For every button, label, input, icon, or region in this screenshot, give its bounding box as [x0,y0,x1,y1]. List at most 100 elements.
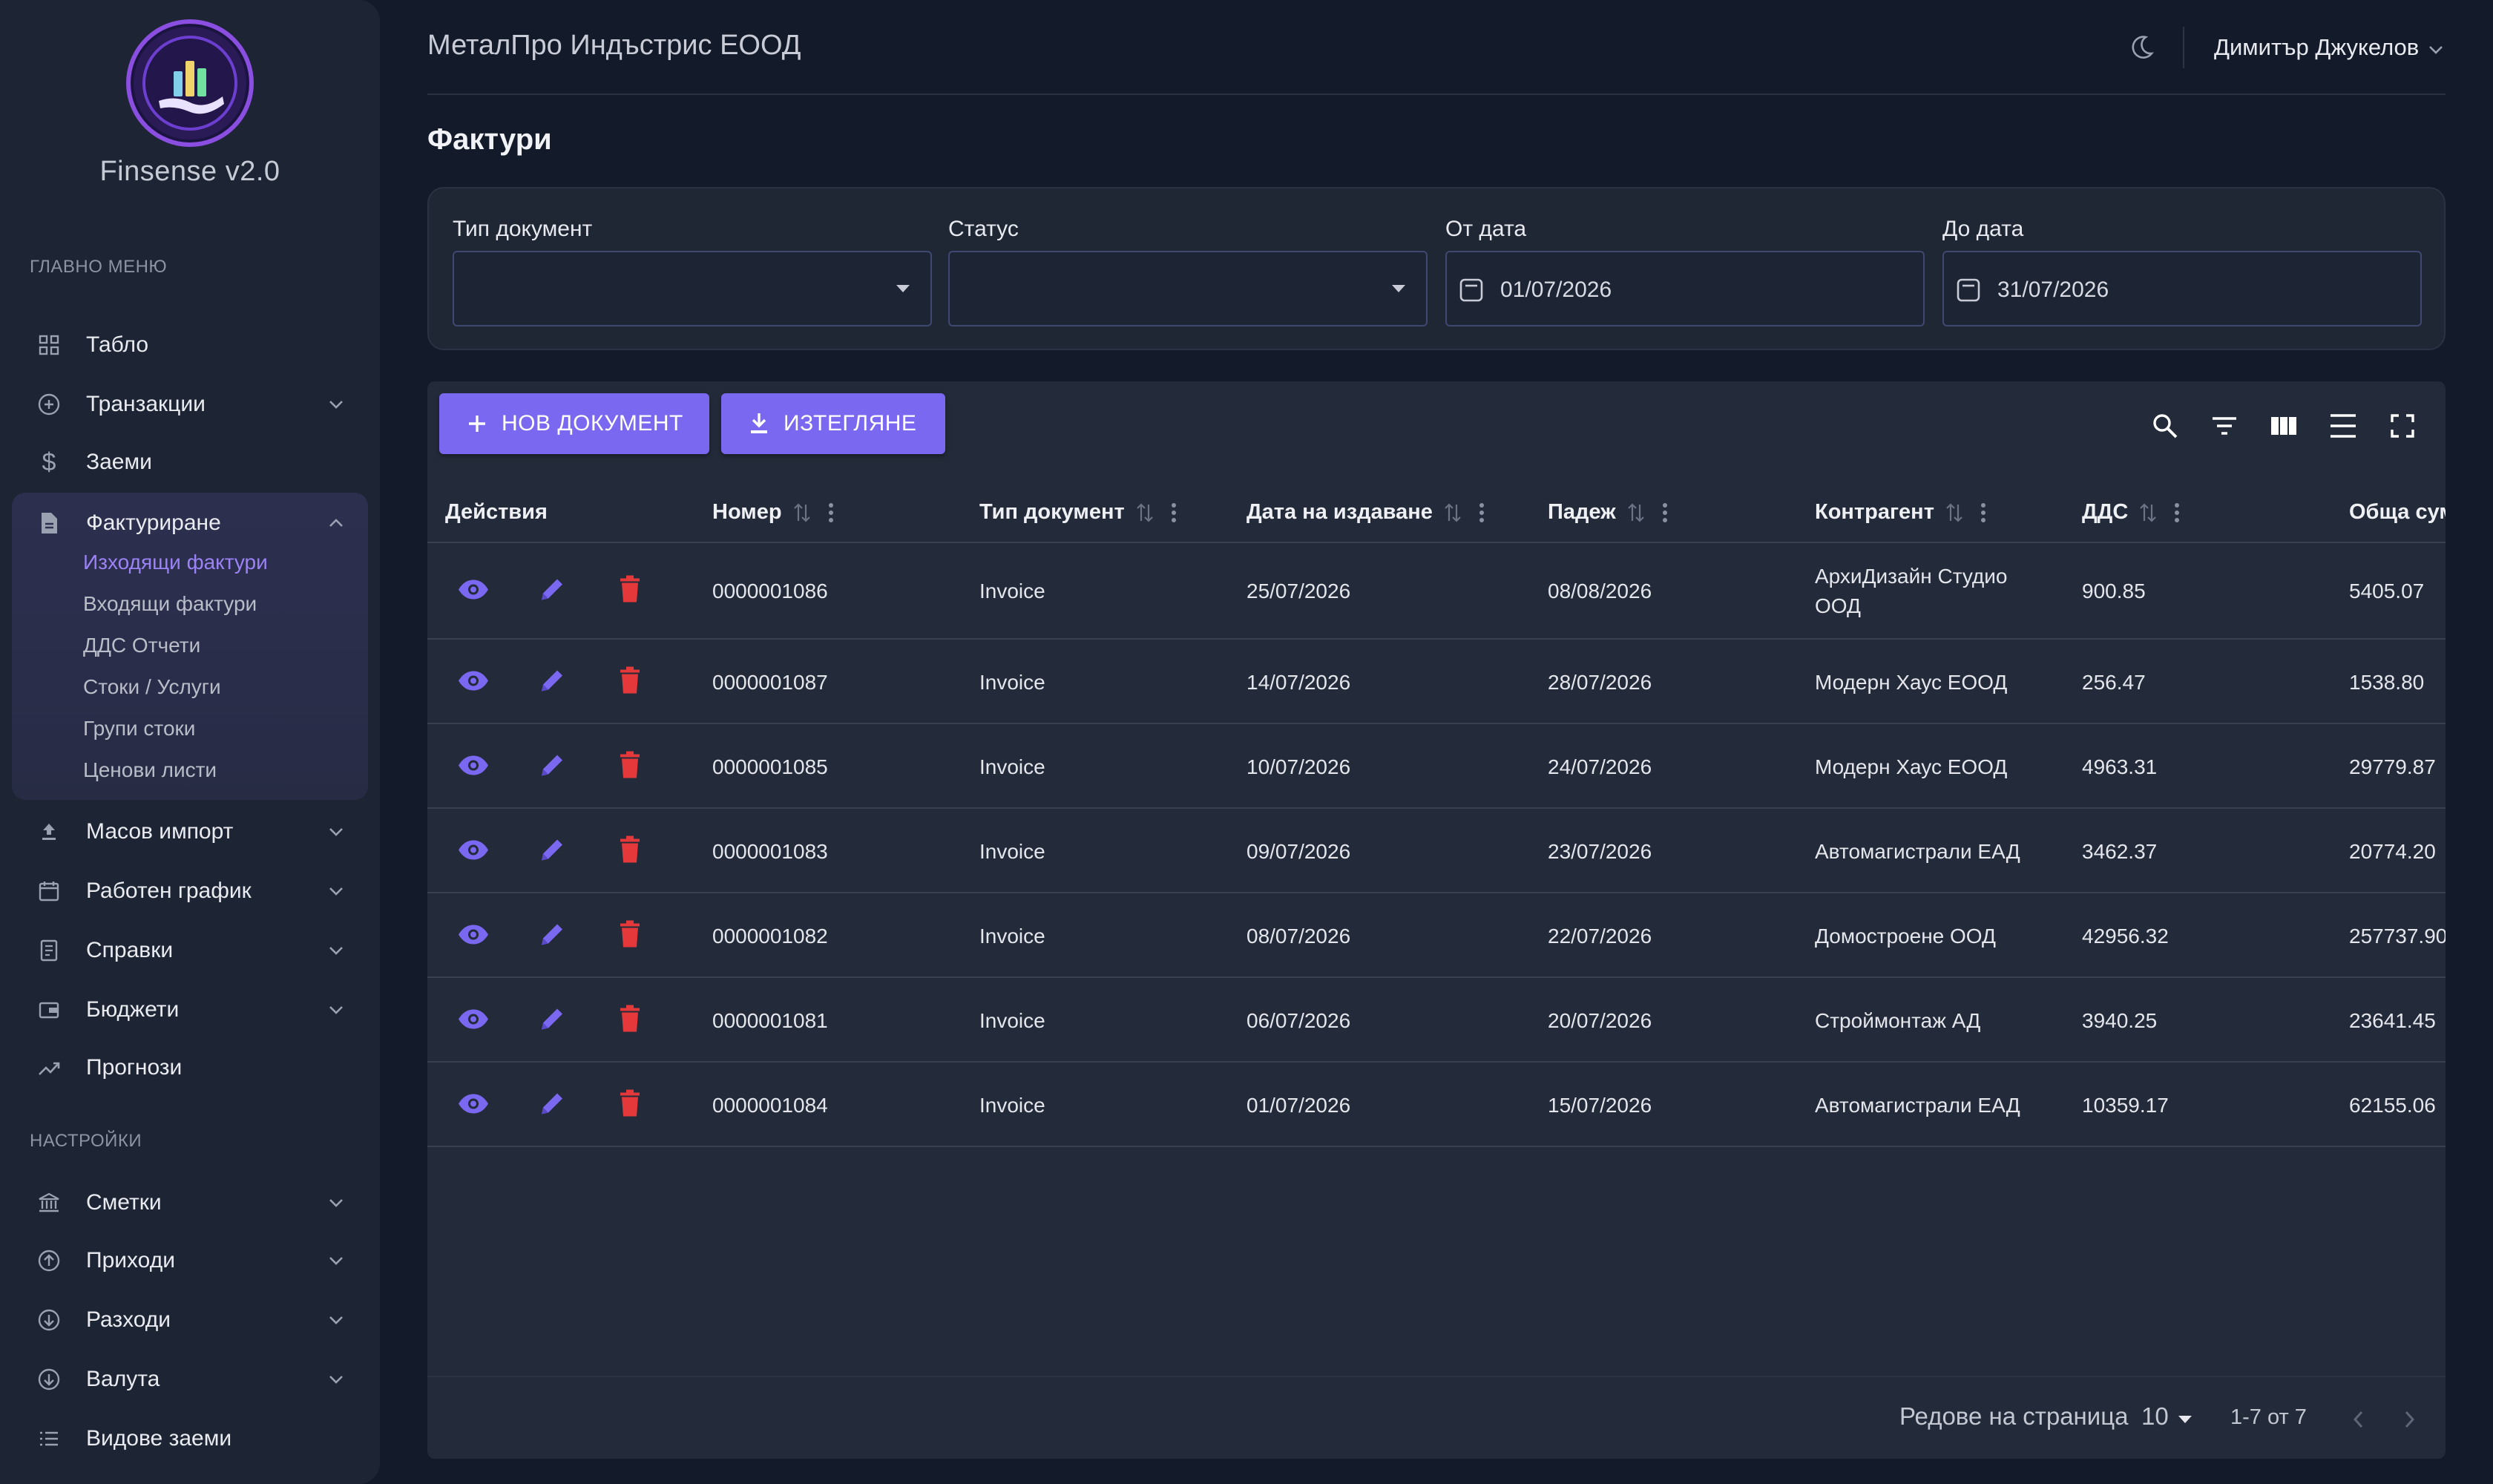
sort-icon[interactable] [1945,502,1964,524]
density-icon[interactable] [2328,411,2358,441]
sidebar-item-transactions[interactable]: Транзакции [12,377,368,432]
view-icon[interactable] [457,924,490,950]
to-date-input[interactable]: 31/07/2026 [1942,251,2422,326]
col-partner[interactable]: Контрагент [1815,500,1986,525]
chevron-down-icon[interactable] [2426,40,2446,59]
col-vat[interactable]: ДДС [2082,500,2180,525]
more-vert-icon[interactable] [1980,502,1986,524]
cell-type: Invoice [979,580,1045,603]
col-issue-date[interactable]: Дата на издаване [1246,500,1485,525]
sidebar-sub-vat-reports[interactable]: ДДС Отчети [83,634,200,657]
from-date-input[interactable]: 01/07/2026 [1445,251,1925,326]
delete-icon[interactable] [619,835,641,868]
more-vert-icon[interactable] [1662,502,1668,524]
chevron-up-icon [329,519,343,527]
delete-icon[interactable] [619,666,641,699]
view-icon[interactable] [457,1008,490,1034]
edit-icon[interactable] [539,1091,565,1121]
view-icon[interactable] [457,839,490,865]
document-icon [36,510,62,536]
sidebar-item-bulk-import[interactable]: Масов импорт [12,804,368,859]
cell-type: Invoice [979,1094,1045,1117]
moon-icon[interactable] [2126,33,2156,62]
more-vert-icon[interactable] [828,502,834,524]
cell-due: 22/07/2026 [1548,925,1652,948]
sort-icon[interactable] [1443,502,1462,524]
delete-icon[interactable] [619,1005,641,1037]
chevron-down-icon [329,828,343,836]
dollar-icon: $ [42,447,56,476]
doc-type-select[interactable] [453,251,932,326]
chevron-right-icon[interactable] [2400,1408,2419,1431]
from-date-label: От дата [1445,217,1527,241]
view-icon[interactable] [457,670,490,696]
col-due-date[interactable]: Падеж [1548,500,1668,525]
cell-partner: Домостроене ООД [1815,925,1996,948]
cell-type: Invoice [979,925,1045,948]
plus-icon [469,416,485,432]
edit-icon[interactable] [539,1006,565,1037]
more-vert-icon[interactable] [1479,502,1485,524]
sort-icon[interactable] [1626,502,1646,524]
filter-icon[interactable] [2210,411,2239,441]
sidebar-item-dashboard[interactable]: Табло [12,318,368,372]
sidebar-sub-price-lists[interactable]: Ценови листи [83,758,217,782]
view-icon[interactable] [457,755,490,781]
edit-icon[interactable] [539,577,565,607]
cell-total: 20774.20 [2349,840,2436,863]
download-button[interactable]: ИЗТЕГЛЯНЕ [721,393,945,454]
sort-icon[interactable] [792,502,812,524]
col-actions: Действия [445,500,548,524]
sidebar-item-forecasts[interactable]: Прогнози [12,1040,368,1095]
new-document-button[interactable]: НОВ ДОКУМЕНТ [439,393,709,454]
view-icon[interactable] [457,579,490,605]
caret-down-icon[interactable] [2177,1414,2193,1425]
sidebar-sub-incoming-invoices[interactable]: Входящи фактури [83,592,257,616]
user-menu[interactable]: Димитър Джукелов [2214,34,2419,61]
col-doc-type[interactable]: Тип документ [979,500,1177,525]
sidebar-sub-goods-services[interactable]: Стоки / Услуги [83,675,221,699]
sidebar-sub-goods-groups[interactable]: Групи стоки [83,717,195,741]
rows-per-page-select[interactable]: 10 [2141,1402,2169,1431]
table-row: 0000001085 Invoice 10/07/2026 24/07/2026 Мод… [427,726,2446,809]
more-vert-icon[interactable] [1171,502,1177,524]
cell-due: 20/07/2026 [1548,1009,1652,1032]
sort-icon[interactable] [1135,502,1154,524]
more-vert-icon[interactable] [2174,502,2180,524]
sidebar-item-expenses[interactable]: Разходи [12,1293,368,1347]
status-select[interactable] [948,251,1428,326]
fullscreen-icon[interactable] [2388,411,2417,441]
sidebar-item-label: Сметки [86,1190,162,1215]
sidebar-item-accounts[interactable]: Сметки [12,1175,368,1230]
currency-circle-icon [36,1366,62,1393]
edit-icon[interactable] [539,922,565,952]
cell-type: Invoice [979,840,1045,863]
sidebar-item-income[interactable]: Приходи [12,1233,368,1288]
from-date-value: 01/07/2026 [1500,278,1612,302]
col-total[interactable]: Обща сума [2349,500,2446,525]
sidebar-item-reports[interactable]: Справки [12,923,368,978]
sidebar-item-currency[interactable]: Валута [12,1352,368,1407]
delete-icon[interactable] [619,575,641,608]
delete-icon[interactable] [619,751,641,784]
search-icon[interactable] [2150,411,2180,441]
sidebar-item-budgets[interactable]: Бюджети [12,982,368,1037]
sort-icon[interactable] [2138,502,2158,524]
chevron-left-icon[interactable] [2349,1408,2368,1431]
view-icon[interactable] [457,1093,490,1119]
sidebar-sub-outgoing-invoices[interactable]: Изходящи фактури [83,551,268,574]
columns-icon[interactable] [2269,411,2299,441]
sidebar-item-work-schedule[interactable]: Работен график [12,864,368,919]
cell-total: 257737.90 [2349,925,2446,948]
col-number[interactable]: Номер [712,500,834,525]
edit-icon[interactable] [539,668,565,698]
delete-icon[interactable] [619,1089,641,1122]
delete-icon[interactable] [619,920,641,953]
sidebar-item-loans[interactable]: $ Заеми [12,435,368,490]
sidebar-item-invoicing[interactable]: Фактуриране [12,496,368,551]
edit-icon[interactable] [539,752,565,783]
table-footer-divider [427,1376,2446,1377]
edit-icon[interactable] [539,837,565,867]
sidebar-item-loan-types[interactable]: Видове заеми [12,1411,368,1466]
cell-type: Invoice [979,1009,1045,1032]
